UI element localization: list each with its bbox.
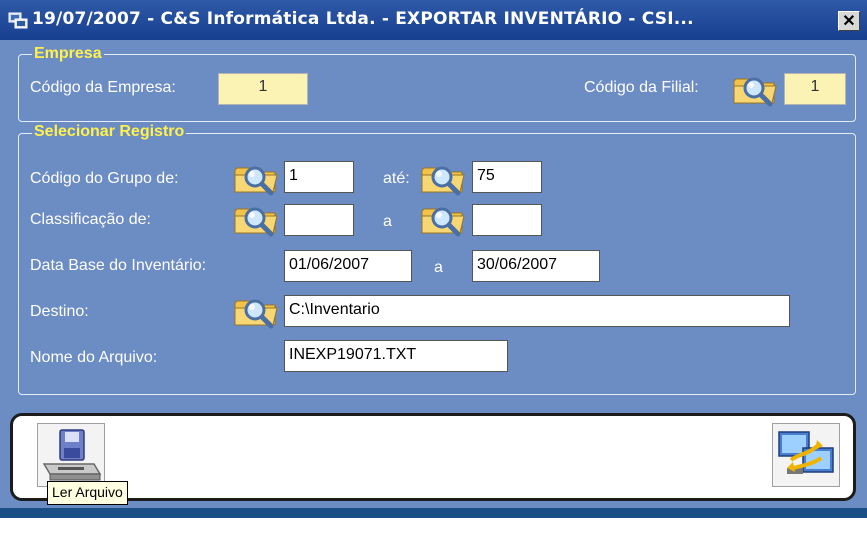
close-button[interactable]: ✕ — [838, 11, 860, 31]
grupo-ate-input[interactable]: 75 — [472, 161, 542, 193]
empresa-legend: Empresa — [32, 45, 104, 63]
data-base-label: Data Base do Inventário: — [30, 257, 207, 274]
classificacao-de-lookup-icon[interactable] — [231, 201, 285, 237]
export-button[interactable] — [772, 423, 840, 487]
grupo-ate-lookup-icon[interactable] — [418, 160, 472, 196]
destino-input[interactable]: C:\Inventario — [284, 295, 790, 327]
title-bar: 19/07/2007 - C&S Informática Ltda. - EXP… — [0, 0, 867, 40]
codigo-filial-label: Código da Filial: — [584, 79, 699, 96]
destino-label: Destino: — [30, 303, 89, 320]
read-file-tooltip: Ler Arquivo — [47, 481, 128, 505]
classificacao-a-lookup-icon[interactable] — [418, 201, 472, 237]
codigo-empresa-label: Código da Empresa: — [30, 79, 176, 96]
classificacao-de-input[interactable] — [284, 204, 354, 236]
data-a-label: a — [434, 259, 443, 276]
classificacao-label: Classificação de: — [30, 211, 151, 228]
window-title: 19/07/2007 - C&S Informática Ltda. - EXP… — [32, 9, 694, 29]
computer-transfer-icon — [778, 431, 834, 474]
action-panel — [10, 413, 856, 501]
grupo-label: Código do Grupo de: — [30, 170, 179, 187]
close-icon: ✕ — [842, 13, 856, 30]
ate-label: até: — [383, 170, 410, 187]
nome-arquivo-label: Nome do Arquivo: — [30, 349, 158, 366]
app-icon — [8, 12, 28, 29]
classificacao-a-input[interactable] — [472, 204, 542, 236]
grupo-de-input[interactable]: 1 — [284, 161, 354, 193]
filial-lookup-icon[interactable] — [730, 71, 784, 107]
bottom-status-strip — [0, 508, 867, 518]
read-file-button[interactable] — [37, 423, 105, 487]
codigo-filial-field[interactable]: 1 — [784, 73, 846, 105]
floppy-drive-icon — [42, 429, 102, 481]
data-ate-input[interactable]: 30/06/2007 — [472, 250, 600, 282]
registro-legend: Selecionar Registro — [32, 123, 187, 141]
destino-lookup-icon[interactable] — [231, 293, 285, 329]
export-inventory-window: 19/07/2007 - C&S Informática Ltda. - EXP… — [0, 0, 867, 510]
classificacao-a-label: a — [383, 213, 392, 230]
codigo-empresa-field[interactable]: 1 — [218, 73, 308, 105]
data-de-input[interactable]: 01/06/2007 — [284, 250, 412, 282]
grupo-de-lookup-icon[interactable] — [231, 160, 285, 196]
nome-arquivo-input[interactable]: INEXP19071.TXT — [284, 340, 508, 372]
